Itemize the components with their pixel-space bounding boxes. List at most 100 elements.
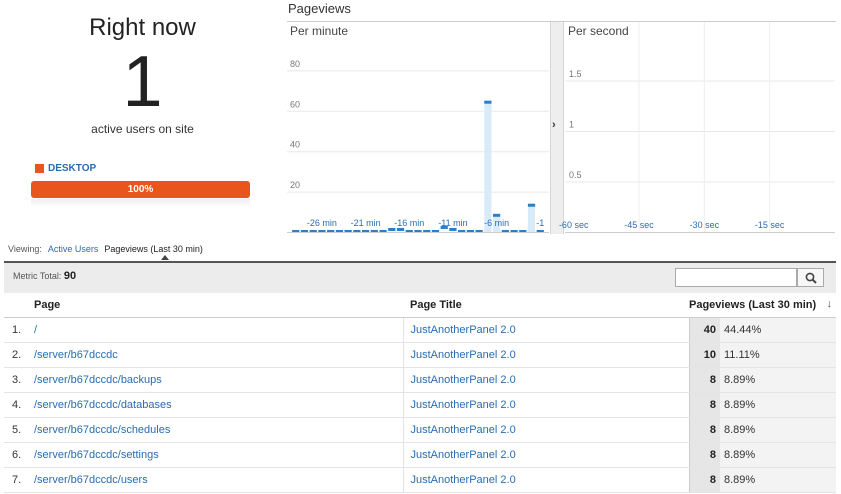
tab-active-users[interactable]: Active Users	[48, 244, 99, 254]
bar-cap	[309, 229, 317, 232]
table-header-row: Page Page Title Pageviews (Last 30 min) …	[4, 293, 836, 318]
y-tick-label: 60	[290, 99, 300, 109]
row-pageviews: 8	[688, 392, 720, 418]
bar-cap	[300, 229, 309, 232]
table-row: 5./server/b67dccdc/schedules JustAnotherP…	[4, 417, 836, 443]
table-row: 6./server/b67dccdc/settings JustAnotherPa…	[4, 442, 836, 468]
row-page-link[interactable]: /server/b67dccdc	[28, 342, 403, 368]
tab-pageviews[interactable]: Pageviews (Last 30 min)	[104, 244, 203, 254]
bar-cap	[414, 229, 422, 232]
x-tick-label: -1	[536, 218, 544, 228]
header-pageviews[interactable]: Pageviews (Last 30 min) ↓	[689, 293, 836, 318]
bar-cap	[335, 229, 344, 232]
x-tick-label: -11 min	[438, 218, 467, 228]
bar-cap	[449, 227, 457, 231]
row-page-link[interactable]: /server/b67dccdc/settings	[28, 442, 403, 468]
y-tick-label: 0.5	[569, 170, 582, 180]
x-tick-label: -26 min	[307, 218, 337, 228]
per-second-x-ticks: -60 sec -45 sec -30 sec -15 sec	[559, 220, 785, 230]
row-page-link[interactable]: /server/b67dccdc/databases	[28, 392, 403, 418]
per-minute-y-ticks: 20 40 60 80	[290, 59, 300, 190]
y-tick-label: 1	[569, 120, 574, 130]
row-page-title-link[interactable]: JustAnotherPanel 2.0	[402, 417, 689, 443]
bar-cap	[501, 229, 509, 232]
bar-cap	[379, 229, 387, 232]
bar-cap	[475, 229, 483, 232]
bar-cap	[292, 229, 300, 232]
bar-cap	[318, 229, 326, 232]
row-page-link[interactable]: /server/b67dccdc/backups	[28, 367, 403, 393]
search-button[interactable]	[797, 268, 824, 287]
metric-total-bar: Metric Total: 90	[4, 261, 836, 293]
row-percent: 8.89%	[720, 467, 836, 493]
bar-cap	[484, 100, 492, 104]
sort-desc-icon: ↓	[826, 298, 833, 310]
row-index: 1.	[4, 317, 28, 343]
row-page-title-link[interactable]: JustAnotherPanel 2.0	[402, 392, 689, 418]
y-tick-label: 1.5	[569, 69, 582, 79]
x-tick-label: -6 min	[484, 218, 509, 228]
row-index: 6.	[4, 442, 28, 468]
row-pageviews: 8	[688, 367, 720, 393]
row-percent: 11.11%	[720, 342, 836, 368]
row-percent: 8.89%	[720, 367, 836, 393]
row-page-link[interactable]: /	[28, 317, 403, 343]
metric-total: Metric Total: 90	[13, 270, 76, 282]
table-row: 7./server/b67dccdc/users JustAnotherPanel…	[4, 467, 836, 493]
table-row: 2./server/b67dccdc JustAnotherPanel 2.0 10…	[4, 342, 836, 368]
table-search-input[interactable]	[675, 268, 797, 287]
row-page-link[interactable]: /server/b67dccdc/users	[28, 467, 403, 493]
tab-caret-icon	[161, 255, 169, 260]
table-row: 1. / JustAnotherPanel 2.0 40 44.44%	[4, 317, 836, 343]
x-tick-label: -16 min	[394, 218, 424, 228]
row-percent: 8.89%	[720, 392, 836, 418]
row-percent: 8.89%	[720, 442, 836, 468]
metric-total-label: Metric Total:	[13, 271, 62, 281]
row-page-link[interactable]: /server/b67dccdc/schedules	[28, 417, 403, 443]
row-pageviews: 8	[688, 417, 720, 443]
pages-table: Page Page Title Pageviews (Last 30 min) …	[4, 293, 836, 493]
row-page-title-link[interactable]: JustAnotherPanel 2.0	[402, 317, 689, 343]
bar-cap	[466, 229, 475, 232]
bar-area	[484, 100, 492, 232]
x-tick-label: -21 min	[351, 218, 381, 228]
row-page-title-link[interactable]: JustAnotherPanel 2.0	[402, 467, 689, 493]
bar-cap	[519, 229, 527, 232]
bar-cap	[388, 227, 396, 231]
row-pageviews: 8	[688, 442, 720, 468]
bar-area	[527, 203, 536, 232]
bar-cap	[344, 229, 352, 232]
bar-cap	[361, 229, 370, 232]
header-page-title[interactable]: Page Title	[403, 293, 689, 318]
row-page-title-link[interactable]: JustAnotherPanel 2.0	[402, 442, 689, 468]
per-minute-x-ticks: -26 min -21 min -16 min -11 min -6 min -1	[307, 218, 544, 228]
row-page-title-link[interactable]: JustAnotherPanel 2.0	[402, 367, 689, 393]
metric-total-value: 90	[63, 270, 77, 282]
per-second-grid	[565, 22, 835, 233]
per-minute-grid	[287, 70, 549, 233]
table-row: 3./server/b67dccdc/backups JustAnotherPan…	[4, 367, 836, 393]
row-index: 7.	[4, 467, 28, 493]
bar-cap	[370, 229, 378, 232]
row-index: 4.	[4, 392, 28, 418]
x-tick-label: -15 sec	[755, 220, 785, 230]
bar-cap	[423, 229, 431, 232]
row-page-title-link[interactable]: JustAnotherPanel 2.0	[402, 342, 689, 368]
per-minute-bars	[292, 100, 544, 232]
bar-cap	[396, 227, 405, 231]
viewing-tabs: Viewing: Active Users Pageviews (Last 30…	[8, 244, 203, 254]
header-index	[4, 293, 28, 318]
header-pageviews-label: Pageviews (Last 30 min)	[689, 298, 817, 311]
row-pageviews: 8	[688, 467, 720, 493]
bar-cap	[405, 229, 413, 232]
header-page[interactable]: Page	[28, 293, 403, 318]
viewing-label: Viewing:	[8, 244, 42, 254]
x-tick-label: -30 sec	[690, 220, 720, 230]
row-percent: 8.89%	[720, 417, 836, 443]
bar-cap	[431, 229, 440, 232]
y-tick-label: 80	[290, 59, 300, 69]
bar-cap	[492, 213, 501, 217]
bar-cap	[527, 203, 536, 207]
bar-cap	[536, 229, 544, 232]
row-pageviews: 40	[688, 317, 720, 343]
